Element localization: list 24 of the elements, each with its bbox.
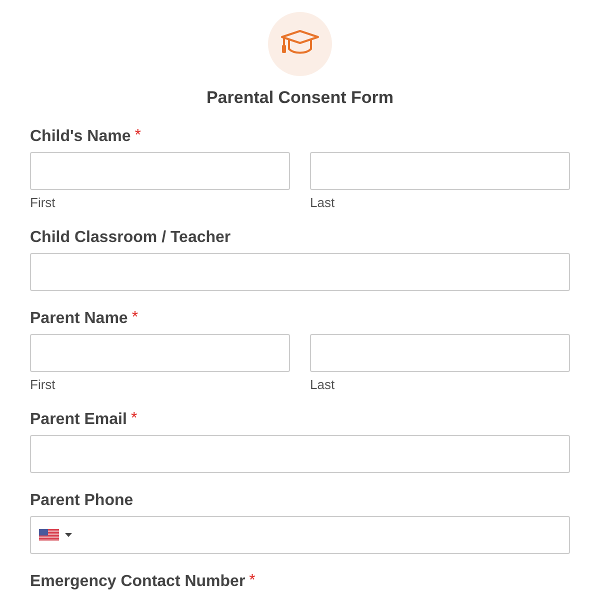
field-label: Parent Name — [30, 309, 128, 329]
required-asterisk: * — [130, 410, 138, 429]
field-label: Emergency Contact Number — [30, 572, 246, 592]
email-field[interactable] — [30, 435, 570, 473]
field-label: Parent Phone — [30, 491, 134, 511]
phone-field[interactable] — [30, 516, 570, 554]
flag-icon[interactable] — [39, 529, 59, 541]
required-asterisk: * — [132, 309, 138, 328]
field-sublabel: First — [30, 196, 56, 210]
caret-icon[interactable] — [65, 533, 72, 537]
input-field[interactable] — [30, 334, 290, 372]
field-label: Child's Name — [30, 127, 131, 147]
required-asterisk: * — [249, 572, 256, 591]
field-sublabel: Last — [310, 378, 336, 392]
required-asterisk: * — [134, 127, 141, 146]
input-field[interactable] — [310, 152, 570, 190]
input-field[interactable] — [310, 334, 570, 372]
field-sublabel: Last — [310, 196, 336, 210]
field-label: Child Classroom / Teacher — [30, 228, 231, 248]
input-field[interactable] — [30, 253, 570, 291]
form-title: Parental Consent Form — [206, 87, 394, 109]
field-sublabel: First — [30, 378, 56, 392]
field-label: Parent Email — [30, 410, 127, 430]
input-field[interactable] — [30, 152, 290, 190]
